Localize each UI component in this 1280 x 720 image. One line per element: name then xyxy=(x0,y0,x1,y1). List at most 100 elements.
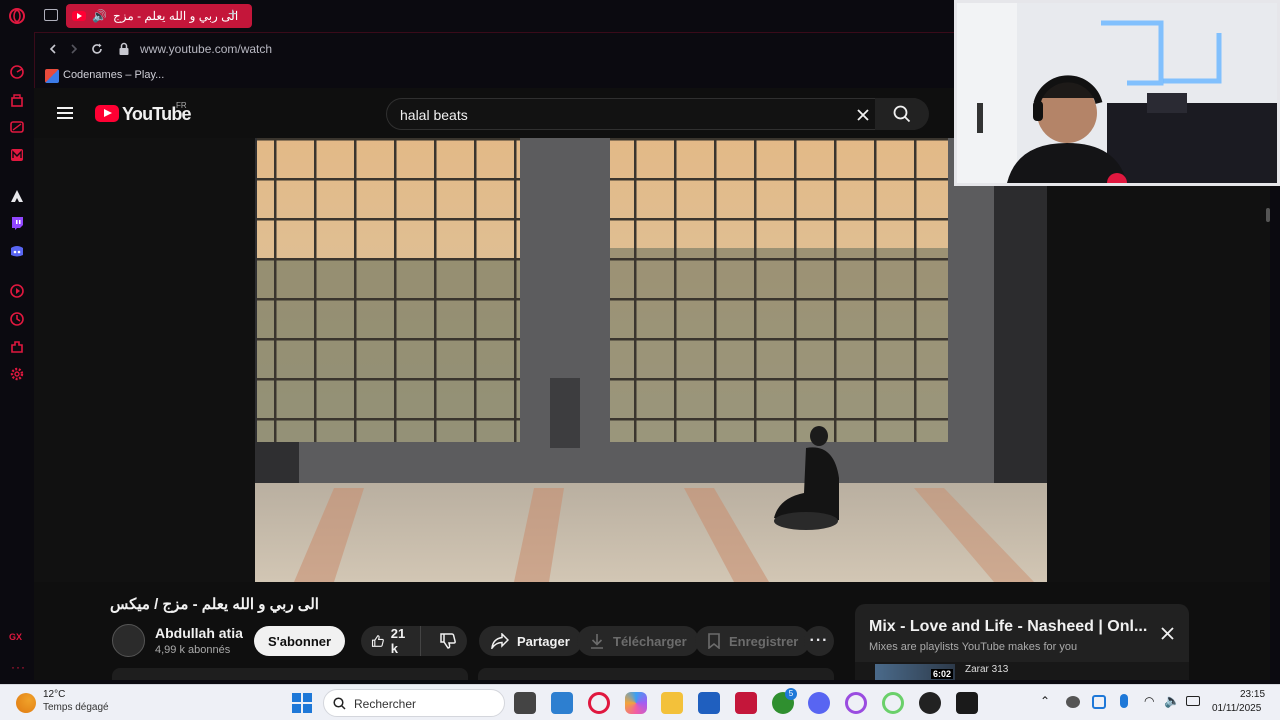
opera-purple-icon[interactable] xyxy=(845,692,867,714)
extensions-icon[interactable] xyxy=(9,339,25,355)
mix-subtitle: Mixes are playlists YouTube makes for yo… xyxy=(869,641,1078,653)
widgets-app-icon[interactable] xyxy=(551,692,573,714)
search-query: halal beats xyxy=(400,107,468,123)
description-box[interactable] xyxy=(112,668,468,680)
search-button[interactable] xyxy=(875,98,929,130)
clock-date[interactable]: 01/11/2025 xyxy=(1212,703,1261,714)
share-label: Partager xyxy=(517,633,570,649)
taskbar-search-icon xyxy=(333,697,346,710)
like-button[interactable]: 21 k xyxy=(361,626,421,656)
tab-workspace-icon[interactable] xyxy=(44,9,58,21)
settings-gear-icon[interactable] xyxy=(9,366,25,382)
region-code: FR xyxy=(176,101,187,110)
channel-name[interactable]: Abdullah atia xyxy=(155,625,243,641)
url-field[interactable]: www.youtube.com/watch xyxy=(140,42,272,56)
taskbar-search[interactable]: Rechercher xyxy=(323,689,505,717)
bookmark-icon xyxy=(708,633,720,649)
clock-time[interactable]: 23:15 xyxy=(1240,689,1265,700)
opera-logo-icon[interactable] xyxy=(9,8,25,24)
file-explorer-icon[interactable] xyxy=(661,692,683,714)
like-count: 21 k xyxy=(390,626,406,656)
share-arrow-icon xyxy=(491,633,509,649)
mail-icon[interactable] xyxy=(9,147,25,163)
xbox-notification-badge: 5 xyxy=(785,688,797,700)
discord-icon[interactable] xyxy=(9,243,25,259)
tray-chevron-icon[interactable]: ⌃ xyxy=(1040,694,1050,708)
channel-avatar[interactable] xyxy=(112,624,145,657)
gx-corner-icon[interactable] xyxy=(9,92,25,108)
browser-sidebar: GX ··· xyxy=(0,0,34,684)
webcam-feed xyxy=(957,3,1277,183)
comments-preview[interactable] xyxy=(478,668,834,680)
microphone-icon[interactable] xyxy=(1120,694,1128,708)
taskbar: 12°C Temps dégagé Rechercher 5 ⌃ ◠ 🔈 23:… xyxy=(0,684,1280,720)
more-icon[interactable]: ··· xyxy=(11,660,26,674)
tab-bar: 🔊 الى ربي و الله يعلم - مزج + xyxy=(34,0,954,32)
subscriber-count: 4,99 k abonnés xyxy=(155,644,231,656)
save-button[interactable]: Enregistrer xyxy=(695,626,811,656)
terminal-app-icon[interactable] xyxy=(956,692,978,714)
like-dislike-group: 21 k xyxy=(361,626,467,656)
codenames-favicon-icon xyxy=(45,69,59,83)
download-label: Télécharger xyxy=(613,633,687,649)
thumbs-down-icon xyxy=(440,633,456,649)
opera-gx-taskbar-icon[interactable] xyxy=(588,692,610,714)
player-icon[interactable] xyxy=(9,283,25,299)
tray-sync-icon[interactable] xyxy=(1092,695,1106,709)
back-arrow-icon[interactable] xyxy=(47,43,59,55)
battery-icon[interactable] xyxy=(1186,696,1200,706)
task-view-icon[interactable] xyxy=(514,692,536,714)
address-bar: www.youtube.com/watch xyxy=(34,32,954,64)
lock-icon[interactable] xyxy=(118,42,130,56)
tray-cloud-icon[interactable] xyxy=(1066,696,1080,708)
tab-youtube[interactable]: 🔊 الى ربي و الله يعلم - مزج xyxy=(66,4,252,28)
share-button[interactable]: Partager xyxy=(479,626,582,656)
gx-cleaner-icon[interactable] xyxy=(9,119,25,135)
reload-icon[interactable] xyxy=(90,42,104,56)
download-icon xyxy=(591,634,603,649)
download-button[interactable]: Télécharger xyxy=(577,626,699,656)
bookmark-codenames[interactable]: Codenames – Play... xyxy=(63,69,164,81)
copilot-icon[interactable] xyxy=(625,692,647,714)
menu-hamburger-icon[interactable] xyxy=(57,106,73,120)
save-label: Enregistrer xyxy=(729,633,799,649)
tab-title: الى ربي و الله يعلم - مزج xyxy=(112,9,239,23)
gx-control-icon[interactable] xyxy=(9,64,25,80)
mix-title[interactable]: Mix - Love and Life - Nasheed | Onl... xyxy=(869,618,1147,636)
volume-icon[interactable]: 🔈 xyxy=(1164,693,1180,709)
weather-icon[interactable] xyxy=(16,693,36,713)
video-title: الى ربي و الله يعلم - مزج / ميكس xyxy=(110,596,319,613)
temperature[interactable]: 12°C xyxy=(43,689,65,700)
microsoft-store-icon[interactable] xyxy=(698,692,720,714)
opera-app-icon[interactable] xyxy=(735,692,757,714)
search-input[interactable]: halal beats xyxy=(386,98,929,130)
windows-start-icon[interactable] xyxy=(292,693,312,713)
twitch-icon[interactable] xyxy=(9,215,25,231)
obs-icon[interactable] xyxy=(919,692,941,714)
bookmarks-bar: Codenames – Play... xyxy=(34,64,954,88)
gx-badge[interactable]: GX xyxy=(9,632,22,642)
clear-search-icon[interactable] xyxy=(856,108,870,122)
close-mix-icon[interactable] xyxy=(1161,627,1174,640)
subscribe-button[interactable]: S'abonner xyxy=(254,626,346,656)
dislike-button[interactable] xyxy=(429,632,467,650)
wifi-icon[interactable]: ◠ xyxy=(1144,694,1154,708)
youtube-logo-icon[interactable] xyxy=(95,105,119,122)
page-scrollbar[interactable] xyxy=(1266,208,1270,222)
opera-green-icon[interactable] xyxy=(882,692,904,714)
youtube-favicon-icon xyxy=(72,11,86,21)
mix-playlist-panel: Mix - Love and Life - Nasheed | Onl... M… xyxy=(855,604,1189,680)
discord-taskbar-icon[interactable] xyxy=(808,692,830,714)
search-icon xyxy=(893,105,911,123)
mix-list-item[interactable]: 6:02 Zarar 313 xyxy=(855,662,1189,680)
aria-ai-icon[interactable] xyxy=(9,188,25,204)
weather-description[interactable]: Temps dégagé xyxy=(43,702,109,713)
speaker-icon[interactable]: 🔊 xyxy=(92,9,107,23)
new-tab-button[interactable]: + xyxy=(228,6,237,24)
more-actions-button[interactable]: ··· xyxy=(804,626,834,656)
forward-arrow-icon[interactable] xyxy=(68,43,80,55)
taskbar-search-placeholder: Rechercher xyxy=(354,697,417,711)
history-icon[interactable] xyxy=(9,311,25,327)
mix-duration: 6:02 xyxy=(931,669,954,679)
video-player[interactable] xyxy=(34,138,1270,582)
